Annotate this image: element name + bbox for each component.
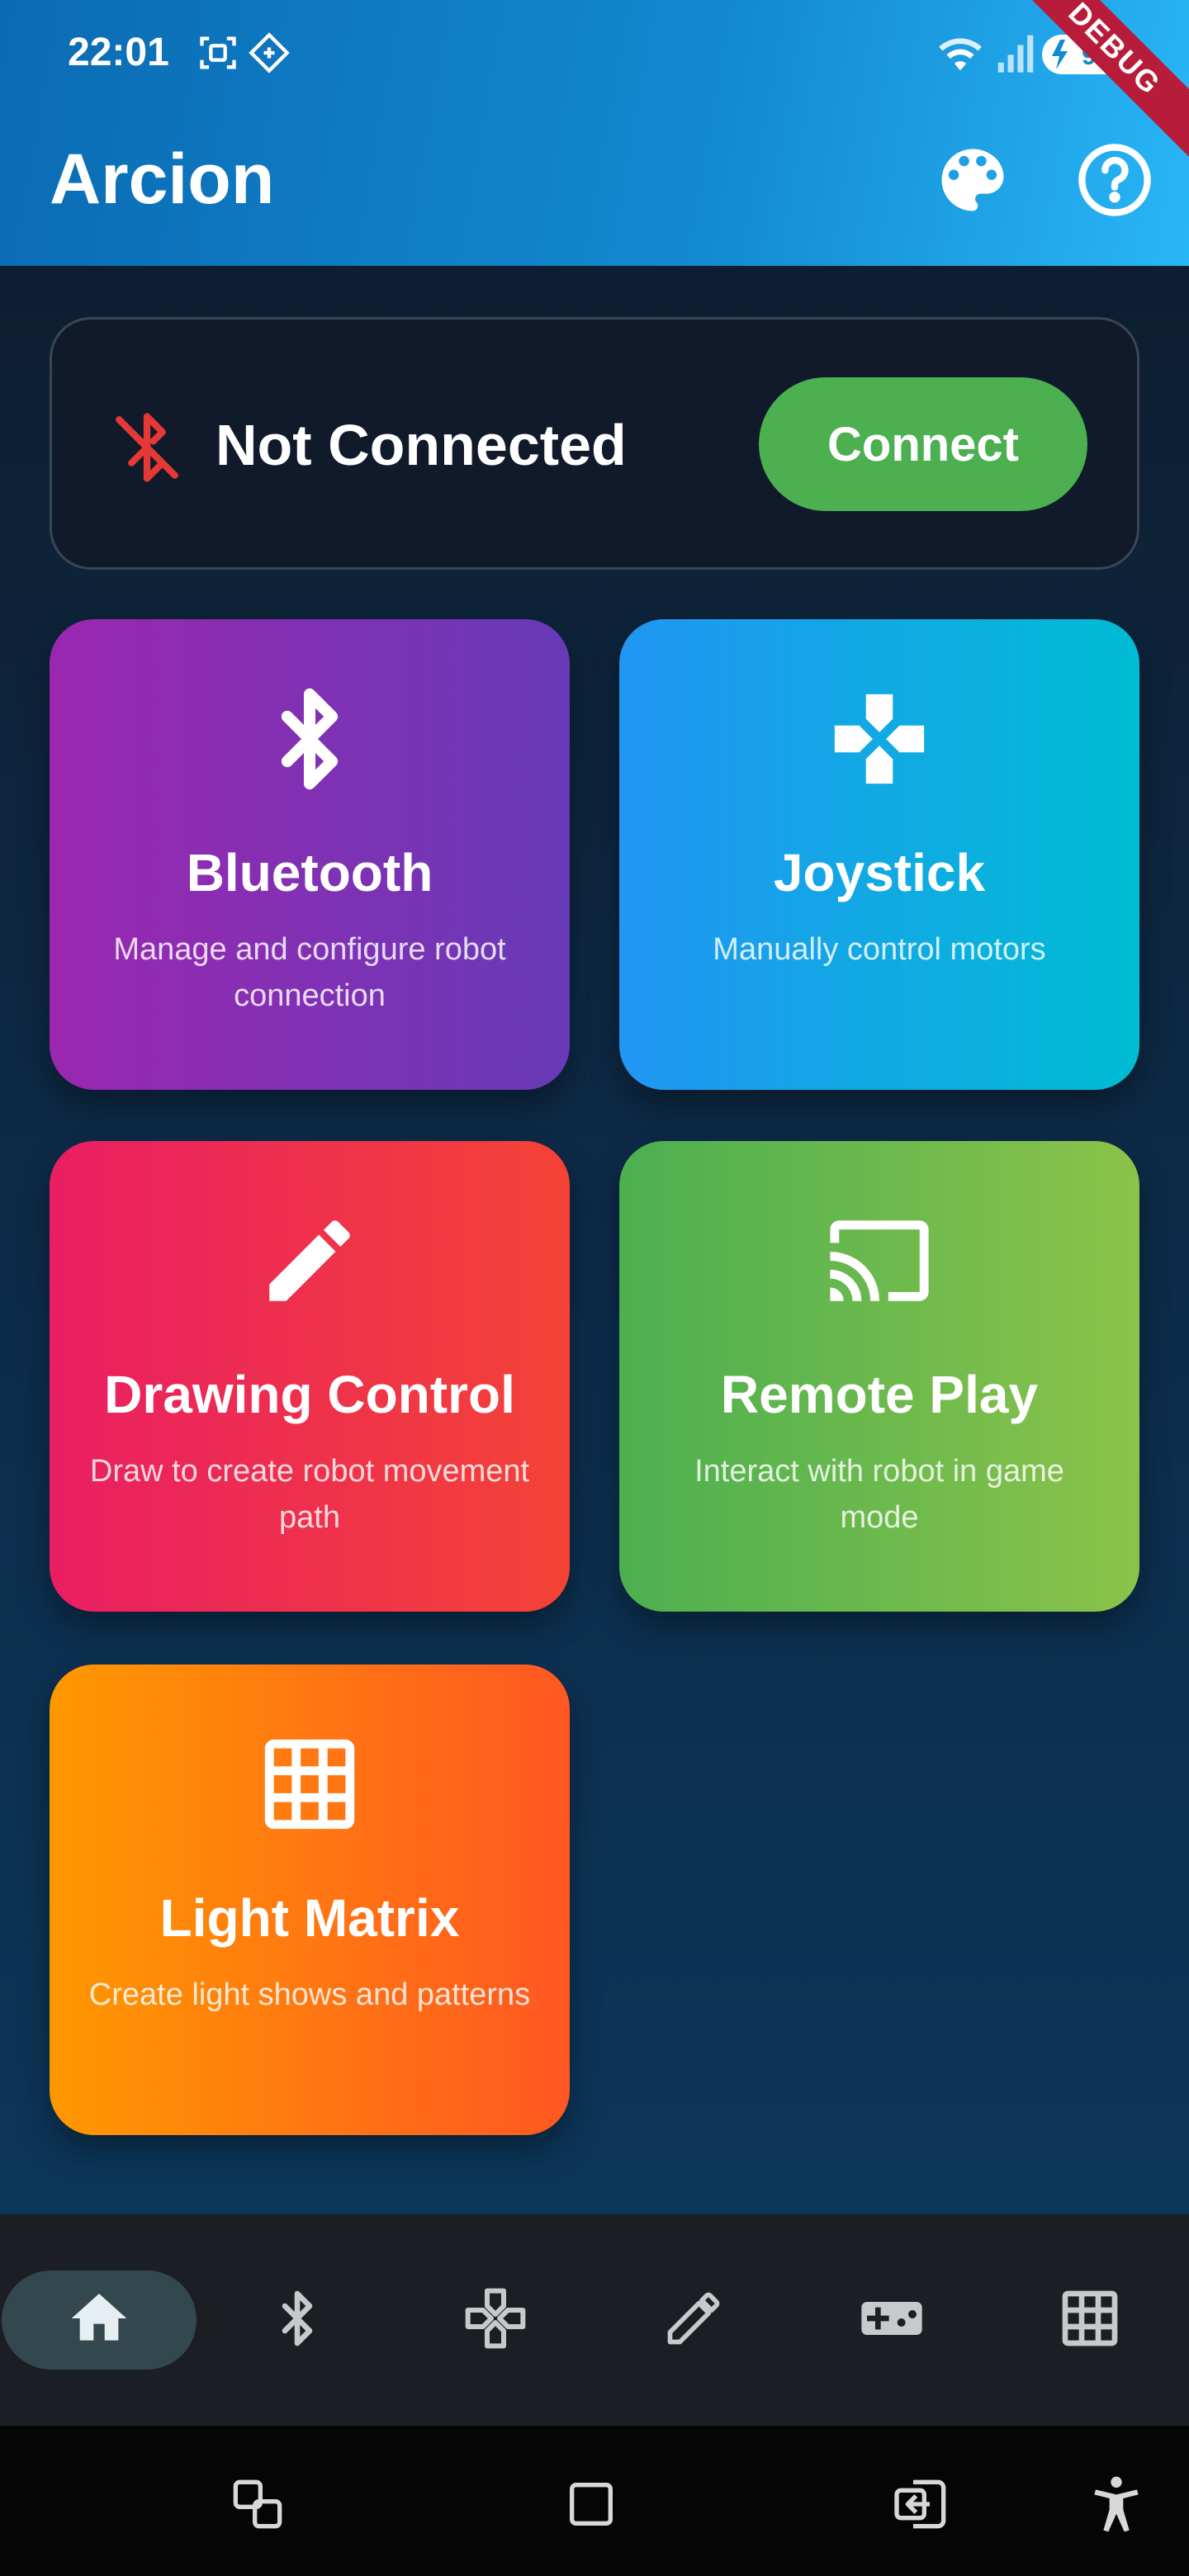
accessibility-icon [1083,2476,1149,2540]
feature-card-joystick[interactable]: Joystick Manually control motors [619,619,1139,1090]
nav-home[interactable] [0,2271,198,2370]
feature-title: Light Matrix [159,1888,460,1948]
gamepad-icon [855,2285,929,2356]
bluetooth-icon [256,685,363,793]
feature-title: Remote Play [720,1365,1039,1424]
nav-remote-play[interactable] [793,2271,991,2370]
home-square-icon [558,2483,624,2540]
screenshot-icon [197,31,239,78]
accessibility-button[interactable] [1083,2471,1149,2537]
feature-card-light-matrix[interactable]: Light Matrix Create light shows and patt… [50,1664,570,2135]
pencil-icon [662,2287,725,2354]
system-navigation-bar [0,2426,1189,2576]
feature-card-remote-play[interactable]: Remote Play Interact with robot in game … [619,1141,1139,1612]
palette-icon [931,149,1014,225]
feature-card-bluetooth[interactable]: Bluetooth Manage and configure robot con… [50,619,570,1090]
app-title: Arcion [50,140,275,219]
status-time: 22:01 [68,31,169,74]
app-bar: 22:01 91 DEBUG Arcion [0,0,1189,266]
bluetooth-icon [268,2289,327,2352]
feature-description: Draw to create robot movement path [89,1454,530,1535]
signal-icon [996,31,1035,78]
back-button[interactable] [888,2471,955,2537]
feature-card-drawing-control[interactable]: Drawing Control Draw to create robot mov… [50,1141,570,1612]
palette-button[interactable] [931,139,1014,221]
nav-light-matrix[interactable] [991,2271,1189,2370]
grid-icon [1057,2285,1123,2356]
back-icon [888,2479,955,2540]
feature-title: Bluetooth [186,843,433,902]
wifi-icon [935,31,986,78]
connection-card: Not Connected Connect [50,317,1139,570]
pencil-icon [256,1207,363,1314]
grid-icon [256,1731,363,1838]
cast-icon [822,1207,937,1314]
feature-description: Manage and configure robot connection [113,932,506,1013]
nav-drawing[interactable] [594,2271,793,2370]
feature-description: Manually control motors [713,932,1046,967]
feature-title: Joystick [773,843,986,902]
connection-status: Not Connected [216,413,627,477]
bottom-navigation [0,2214,1189,2426]
gamepad-cross-icon [826,685,933,793]
help-button[interactable] [1073,139,1156,221]
connect-button[interactable]: Connect [759,377,1087,511]
feature-description: Create light shows and patterns [88,1977,531,2012]
feature-title: Drawing Control [104,1365,515,1424]
recents-icon [225,2479,291,2540]
gamepad-cross-icon [462,2285,528,2356]
assistant-icon [248,31,291,78]
help-icon [1073,144,1156,225]
home-icon [66,2285,132,2356]
bluetooth-disabled-icon [110,410,184,489]
nav-bluetooth[interactable] [198,2271,396,2370]
feature-description: Interact with robot in game mode [694,1454,1064,1535]
nav-joystick[interactable] [396,2271,594,2370]
home-button[interactable] [558,2471,624,2537]
recents-button[interactable] [225,2471,291,2537]
